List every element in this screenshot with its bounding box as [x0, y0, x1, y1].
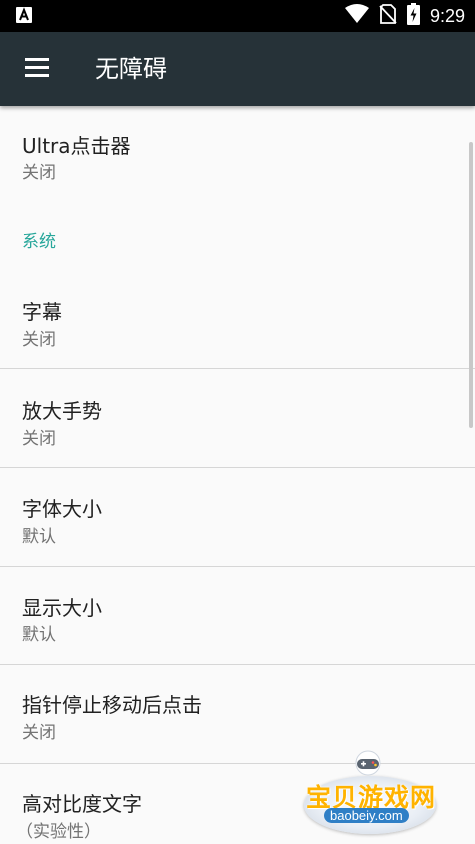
- list-item-title: 指针停止移动后点击: [22, 693, 202, 717]
- list-item-ultra-clicker[interactable]: Ultra点击器 关闭: [0, 106, 475, 200]
- list-item-captions[interactable]: 字幕 关闭: [0, 272, 475, 368]
- list-item-title: 显示大小: [22, 596, 102, 620]
- list-item-magnification[interactable]: 放大手势 关闭: [0, 369, 475, 467]
- list-item-summary: 关闭: [22, 163, 56, 183]
- list-item-summary: 默认: [22, 625, 56, 645]
- status-bar: 9:29: [0, 0, 475, 32]
- section-header-system: 系统: [22, 232, 56, 252]
- no-sim-icon: [379, 4, 397, 28]
- battery-charging-icon: [406, 3, 420, 29]
- app-notification-icon: [16, 7, 32, 27]
- list-item-title: 字体大小: [22, 497, 102, 521]
- list-item-summary: 关闭: [22, 429, 56, 449]
- page-title: 无障碍: [95, 55, 167, 83]
- list-item-summary: 关闭: [22, 723, 56, 743]
- list-item-summary: 关闭: [22, 330, 56, 350]
- app-bar: 无障碍: [0, 32, 475, 106]
- status-time: 9:29: [429, 5, 465, 26]
- list-item-title: 高对比度文字: [22, 792, 142, 816]
- settings-list: Ultra点击器 关闭 系统 字幕 关闭 放大手势 关闭 字体大小 默认 显示大…: [0, 106, 475, 844]
- list-item-summary: 默认: [22, 527, 56, 547]
- watermark-url: baobeiy.com: [324, 808, 409, 823]
- scrollbar[interactable]: [469, 142, 473, 428]
- gamepad-icon: [348, 750, 388, 780]
- list-item-title: Ultra点击器: [22, 134, 131, 158]
- wifi-icon: [344, 4, 369, 28]
- list-item-font-size[interactable]: 字体大小 默认: [0, 468, 475, 566]
- list-item-summary: （实验性）: [16, 822, 101, 842]
- list-item-dwell-click[interactable]: 指针停止移动后点击 关闭: [0, 665, 475, 763]
- watermark: 宝贝游戏网 baobeiy.com: [296, 750, 446, 840]
- list-item-title: 字幕: [22, 300, 62, 324]
- menu-icon[interactable]: [25, 58, 51, 80]
- list-item-title: 放大手势: [22, 399, 102, 423]
- list-item-display-size[interactable]: 显示大小 默认: [0, 567, 475, 664]
